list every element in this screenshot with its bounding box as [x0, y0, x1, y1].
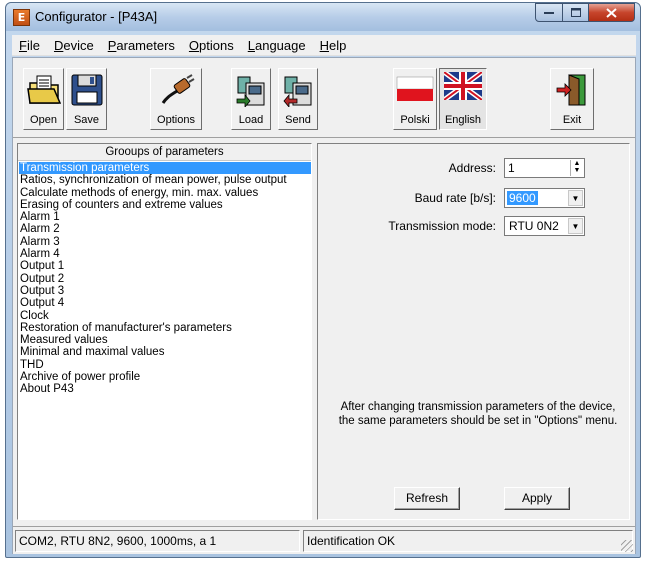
parameter-group-item[interactable]: Transmission parameters	[19, 162, 311, 175]
menu-bar: File Device Parameters Options Language …	[12, 35, 636, 56]
parameter-group-item[interactable]: Output 2	[19, 273, 311, 285]
parameter-group-item[interactable]: About P43	[19, 383, 311, 395]
parameter-groups-header: Grooups of parameters	[18, 144, 311, 161]
parameter-group-item[interactable]: Alarm 1	[19, 211, 311, 223]
title-bar[interactable]: E Configurator - [P43A]	[6, 3, 640, 31]
status-bar: COM2, RTU 8N2, 9600, 1000ms, a 1 Identif…	[13, 526, 635, 554]
client-area: Open Save Options Load Send Polski Engli…	[12, 57, 636, 554]
parameter-group-item[interactable]: Restoration of manufacturer's parameters	[19, 322, 311, 334]
toolbar: Open Save Options Load Send Polski Engli…	[13, 58, 635, 138]
options-plug-icon	[161, 74, 195, 104]
floppy-disk-icon	[71, 74, 102, 106]
parameter-groups-list: Transmission parameters Ratios, synchroni…	[18, 161, 311, 396]
parameter-group-item[interactable]: THD	[19, 359, 311, 371]
status-connection: COM2, RTU 8N2, 9600, 1000ms, a 1	[15, 530, 300, 552]
menu-language[interactable]: Language	[241, 38, 313, 53]
parameter-group-item[interactable]: Clock	[19, 310, 311, 322]
parameter-group-item[interactable]: Minimal and maximal values	[19, 346, 311, 358]
open-folder-icon	[26, 75, 61, 104]
load-button[interactable]: Load	[231, 68, 271, 130]
transmission-settings-panel: Address: 1 ▲ ▼ Baud rate [b/s]: 9600 ▼ Tr…	[317, 143, 630, 520]
parameter-group-item[interactable]: Alarm 3	[19, 236, 311, 248]
parameter-group-item[interactable]: Alarm 4	[19, 248, 311, 260]
parameter-group-item[interactable]: Alarm 2	[19, 223, 311, 235]
parameter-group-item[interactable]: Output 1	[19, 260, 311, 272]
refresh-button[interactable]: Refresh	[394, 487, 460, 510]
apply-button[interactable]: Apply	[504, 487, 570, 510]
parameter-group-item[interactable]: Archive of power profile	[19, 371, 311, 383]
configurator-window: E Configurator - [P43A] File Device Para…	[5, 2, 641, 558]
address-value: 1	[508, 161, 515, 175]
menu-parameters[interactable]: Parameters	[101, 38, 182, 53]
menu-help[interactable]: Help	[313, 38, 354, 53]
app-logo-icon: E	[13, 9, 30, 26]
spinner-arrows-icon[interactable]: ▲ ▼	[570, 160, 583, 176]
parameter-group-item[interactable]: Output 3	[19, 285, 311, 297]
exit-button[interactable]: Exit	[550, 68, 594, 130]
chevron-down-icon[interactable]: ▼	[568, 190, 583, 206]
parameter-group-item[interactable]: Ratios, synchronization of mean power, p…	[19, 174, 311, 186]
maximize-icon	[570, 8, 581, 17]
chevron-down-icon[interactable]: ▼	[568, 218, 583, 234]
close-button[interactable]	[588, 3, 635, 22]
close-icon	[606, 7, 617, 18]
transmission-mode-value: RTU 0N2	[509, 219, 559, 233]
english-language-button[interactable]: English	[439, 68, 487, 130]
window-title: Configurator - [P43A]	[35, 9, 158, 24]
open-button[interactable]: Open	[23, 68, 64, 130]
minimize-button[interactable]	[535, 3, 563, 22]
parameter-group-item[interactable]: Erasing of counters and extreme values	[19, 199, 311, 211]
uk-flag-icon	[444, 72, 482, 100]
parameter-group-item[interactable]: Output 4	[19, 297, 311, 309]
baud-rate-value: 9600	[507, 191, 538, 205]
polish-flag-icon	[396, 76, 434, 101]
load-device-icon	[236, 76, 265, 107]
menu-device[interactable]: Device	[47, 38, 101, 53]
resize-grip-icon[interactable]	[621, 540, 633, 552]
polski-language-button[interactable]: Polski	[393, 68, 437, 130]
parameter-groups-panel: Grooups of parameters Transmission param…	[17, 143, 312, 520]
transmission-mode-label: Transmission mode:	[388, 219, 496, 233]
options-button[interactable]: Options	[150, 68, 202, 130]
transmission-note: After changing transmission parameters o…	[338, 401, 618, 427]
status-message: Identification OK	[303, 530, 633, 552]
exit-door-icon	[556, 74, 586, 106]
menu-file[interactable]: File	[12, 38, 47, 53]
save-button[interactable]: Save	[66, 68, 107, 130]
address-spinner[interactable]: 1 ▲ ▼	[504, 158, 585, 178]
send-device-icon	[283, 76, 312, 107]
maximize-button[interactable]	[562, 3, 589, 22]
send-button[interactable]: Send	[278, 68, 318, 130]
transmission-mode-select[interactable]: RTU 0N2 ▼	[504, 216, 585, 236]
baud-rate-select[interactable]: 9600 ▼	[504, 188, 585, 208]
menu-options[interactable]: Options	[182, 38, 241, 53]
baud-rate-label: Baud rate [b/s]:	[414, 191, 496, 205]
parameter-group-item[interactable]: Calculate methods of energy, min. max. v…	[19, 187, 311, 199]
parameter-group-item[interactable]: Measured values	[19, 334, 311, 346]
minimize-icon	[544, 11, 554, 14]
address-label: Address:	[448, 161, 496, 175]
